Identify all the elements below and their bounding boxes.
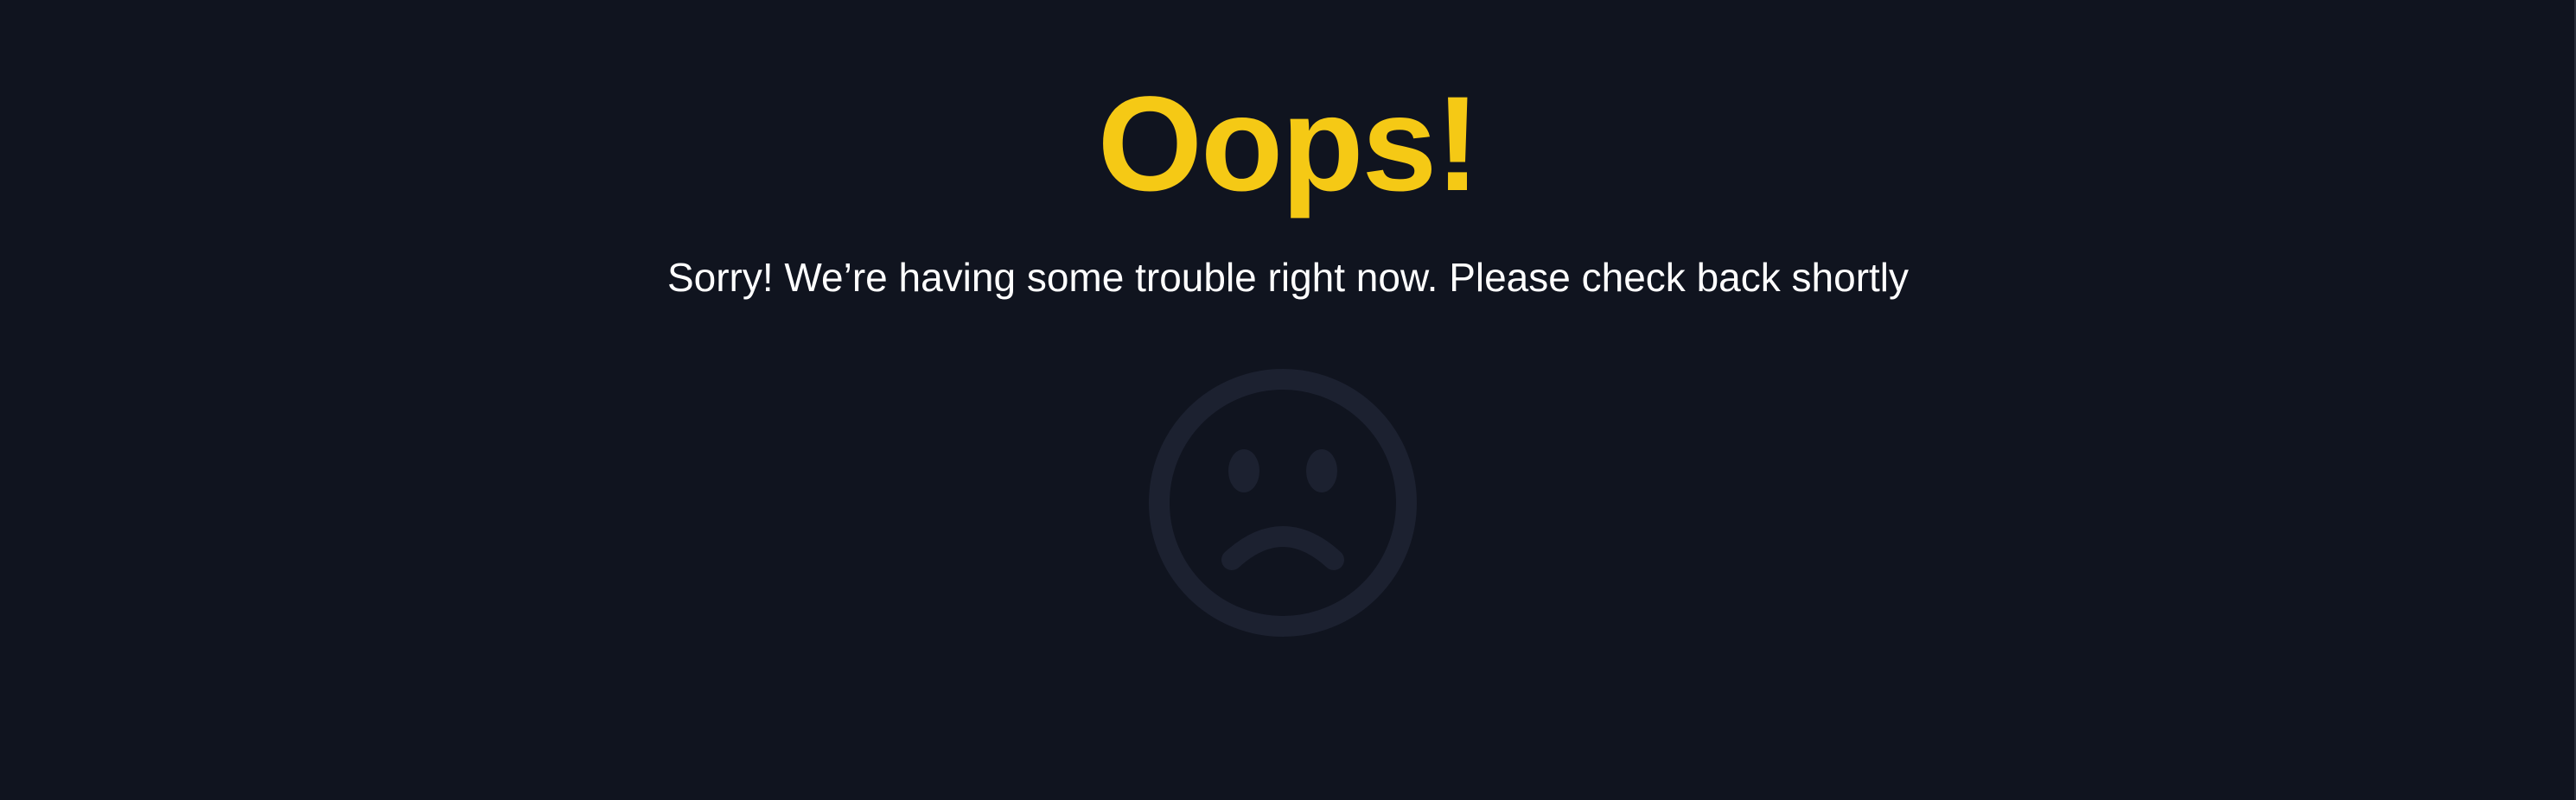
sad-face-icon <box>1148 368 1418 638</box>
error-page: Oops! Sorry! We’re having some trouble r… <box>0 0 2576 800</box>
error-title: Oops! <box>1097 69 1481 219</box>
error-message: Sorry! We’re having some trouble right n… <box>666 255 1910 300</box>
